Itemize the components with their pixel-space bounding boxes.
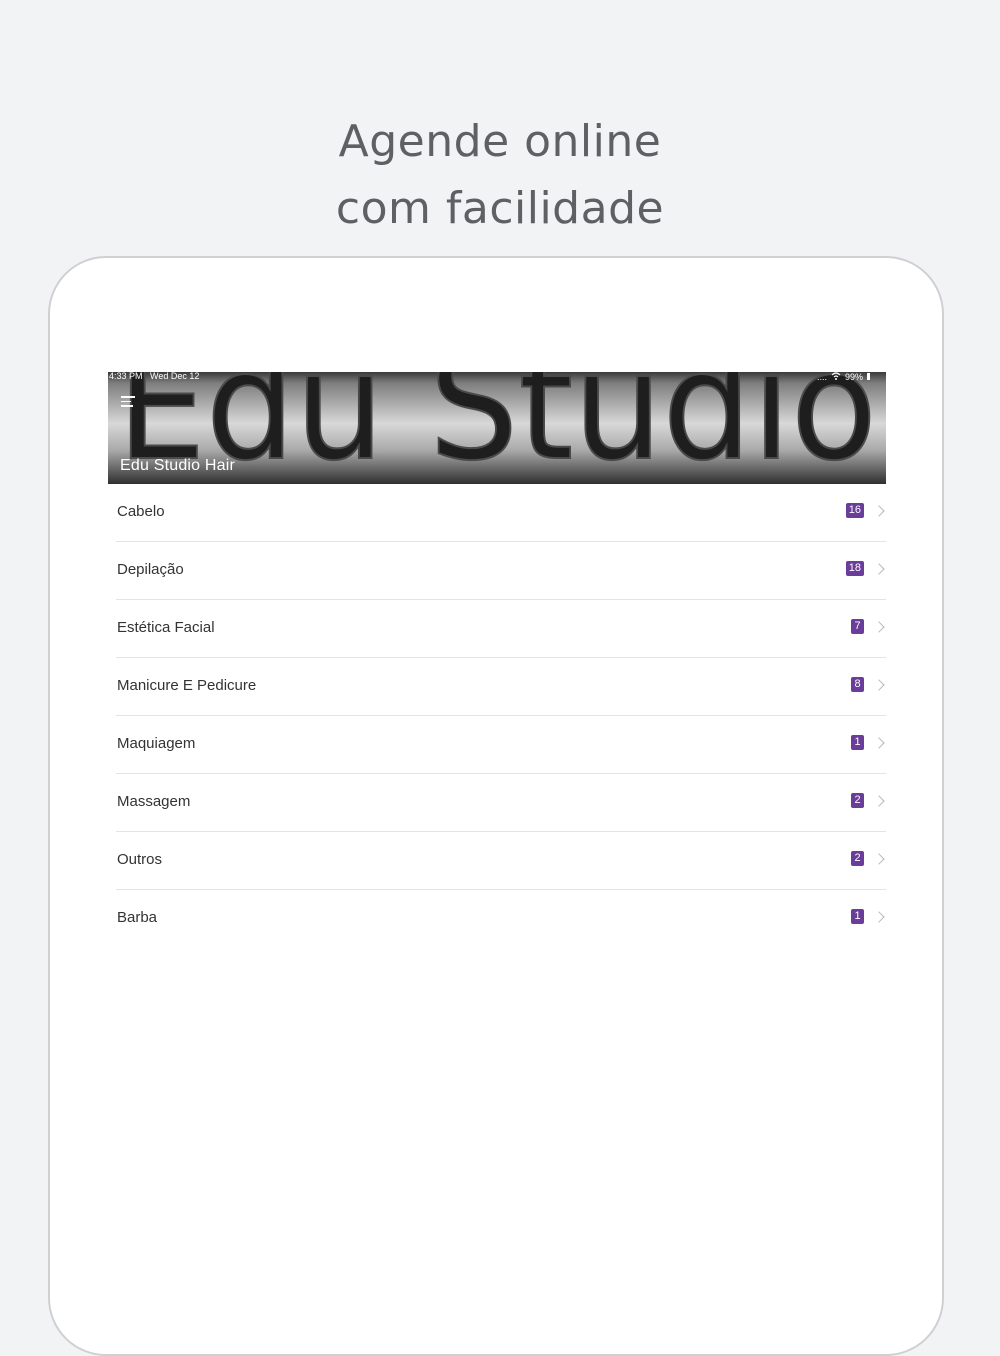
shop-name: Edu Studio Hair bbox=[120, 457, 236, 474]
promo-headline-line-1: Agende online bbox=[338, 116, 662, 167]
wifi-icon bbox=[831, 372, 841, 381]
category-count-badge: 7 bbox=[851, 619, 864, 634]
category-row[interactable]: Depilação 18 bbox=[116, 542, 886, 600]
status-indicators: .... 99% bbox=[817, 372, 870, 381]
category-count-badge: 16 bbox=[845, 503, 864, 518]
hamburger-menu-icon[interactable] bbox=[121, 396, 135, 408]
chevron-right-icon bbox=[873, 505, 885, 517]
category-label: Manicure E Pedicure bbox=[117, 677, 257, 694]
app-header: Edu Studio 4:33 PM Wed Dec 12 .... 99% E… bbox=[108, 372, 886, 484]
chevron-right-icon bbox=[873, 795, 885, 807]
category-count-badge: 18 bbox=[845, 561, 864, 576]
category-label: Estética Facial bbox=[117, 619, 215, 636]
category-row[interactable]: Barba 1 bbox=[116, 890, 886, 947]
category-label: Massagem bbox=[117, 793, 191, 810]
category-label: Depilação bbox=[117, 561, 184, 578]
category-count-badge: 2 bbox=[851, 793, 864, 808]
category-label: Maquiagem bbox=[117, 735, 196, 752]
category-count-badge: 2 bbox=[851, 851, 864, 866]
status-time-date: 4:33 PM Wed Dec 12 bbox=[109, 372, 200, 381]
category-label: Cabelo bbox=[117, 503, 165, 520]
category-row[interactable]: Maquiagem 1 bbox=[116, 716, 886, 774]
category-row[interactable]: Outros 2 bbox=[116, 832, 886, 890]
chevron-right-icon bbox=[873, 621, 885, 633]
category-row[interactable]: Estética Facial 7 bbox=[116, 600, 886, 658]
category-count-badge: 1 bbox=[851, 909, 864, 924]
signal-icon: .... bbox=[816, 372, 827, 382]
chevron-right-icon bbox=[873, 853, 885, 865]
category-count-badge: 8 bbox=[851, 677, 864, 692]
battery-percent: 99% bbox=[844, 372, 863, 382]
promo-headline-line-2: com facilidade bbox=[335, 183, 665, 234]
category-row[interactable]: Massagem 2 bbox=[116, 774, 886, 832]
category-label: Outros bbox=[117, 851, 163, 868]
status-date: Wed Dec 12 bbox=[150, 372, 200, 381]
category-row[interactable]: Cabelo 16 bbox=[116, 484, 886, 542]
category-list: Cabelo 16 Depilação 18 Estética Facial 7… bbox=[108, 484, 886, 947]
status-time: 4:33 PM bbox=[109, 372, 143, 381]
chevron-right-icon bbox=[873, 563, 885, 575]
category-row[interactable]: Manicure E Pedicure 8 bbox=[116, 658, 886, 716]
chevron-right-icon bbox=[873, 737, 885, 749]
category-label: Barba bbox=[117, 909, 158, 926]
chevron-right-icon bbox=[873, 679, 885, 691]
promo-headline: Agende online com facilidade bbox=[0, 108, 1000, 242]
battery-icon bbox=[867, 373, 870, 380]
status-bar: 4:33 PM Wed Dec 12 .... 99% bbox=[108, 372, 886, 381]
chevron-right-icon bbox=[873, 911, 885, 923]
app-screen: Edu Studio 4:33 PM Wed Dec 12 .... 99% E… bbox=[108, 372, 886, 1334]
category-count-badge: 1 bbox=[851, 735, 864, 750]
